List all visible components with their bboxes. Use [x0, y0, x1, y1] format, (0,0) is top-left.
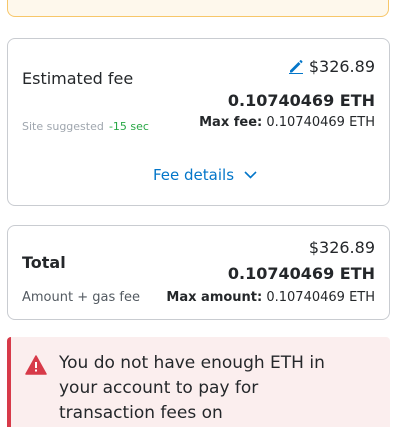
max-fee-value: 0.10740469 ETH: [266, 115, 375, 130]
estimated-fee-label: Estimated fee: [22, 69, 134, 88]
total-eth-value: 0.10740469 ETH: [227, 264, 375, 283]
insufficient-funds-error: You do not have enough ETH in your accou…: [7, 337, 390, 427]
site-suggested-row: Site suggested -15 sec: [22, 115, 149, 134]
max-fee-label: Max fee:: [199, 115, 263, 130]
time-estimate: -15 sec: [108, 120, 149, 133]
site-suggested-label: Site suggested: [22, 120, 104, 133]
fee-details-link[interactable]: Fee details: [153, 165, 257, 184]
warning-triangle-icon: [25, 355, 47, 379]
amount-gas-label: Amount + gas fee: [22, 290, 140, 305]
max-amount-row: Max amount: 0.10740469 ETH: [166, 290, 375, 305]
error-message: You do not have enough ETH in your accou…: [59, 353, 325, 423]
estimated-fee-card: Estimated fee $326.89 0.10740469 ETH Sit…: [7, 38, 390, 206]
warning-banner: [7, 0, 389, 17]
total-fiat-value: $326.89: [308, 238, 375, 257]
max-amount-label: Max amount:: [166, 290, 263, 305]
fee-eth-value: 0.10740469 ETH: [227, 91, 375, 110]
max-fee-row: Max fee: 0.10740469 ETH: [199, 115, 375, 130]
fee-fiat-row: $326.89: [288, 57, 375, 76]
max-amount-value: 0.10740469 ETH: [266, 290, 375, 305]
chevron-down-icon: [244, 165, 257, 183]
total-label: Total: [22, 253, 66, 272]
fee-details-label: Fee details: [153, 166, 235, 184]
pencil-icon[interactable]: [288, 58, 304, 74]
fee-fiat-value: $326.89: [308, 57, 375, 76]
total-card: Total $326.89 0.10740469 ETH Amount + ga…: [7, 225, 390, 320]
